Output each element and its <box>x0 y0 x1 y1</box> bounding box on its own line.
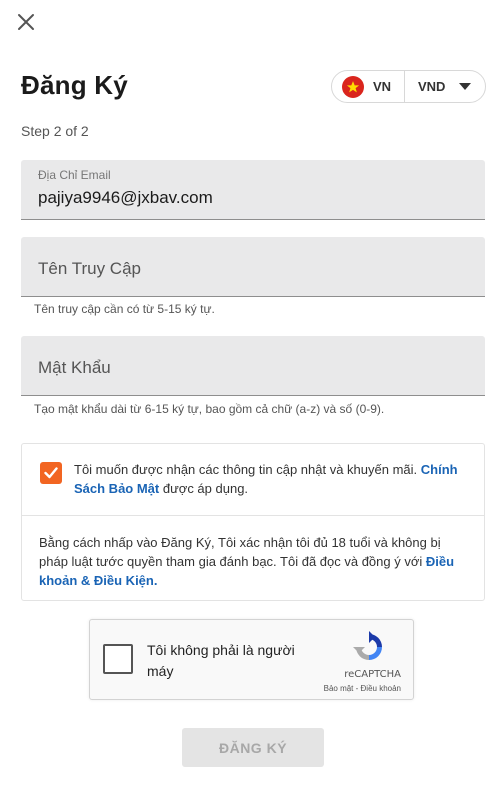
register-button[interactable]: ĐĂNG KÝ <box>182 728 324 767</box>
checkmark-icon <box>44 467 58 479</box>
email-value: pajiya9946@jxbav.com <box>38 188 213 207</box>
password-hint: Tạo mật khẩu dài từ 6-15 ký tự, bao gồm … <box>34 402 385 416</box>
username-hint: Tên truy cập cần có từ 5-15 ký tự. <box>34 302 215 316</box>
consent-box: Tôi muốn được nhận các thông tin cập nhậ… <box>21 443 485 601</box>
currency-selector[interactable]: VND <box>405 71 485 102</box>
email-label: Địa Chỉ Email <box>38 168 111 182</box>
divider <box>22 515 484 516</box>
recaptcha-privacy-link[interactable]: Bảo mật <box>324 684 354 693</box>
recaptcha-brand: reCAPTCHA <box>344 669 401 680</box>
recaptcha-terms-link[interactable]: Điều khoản <box>361 684 401 693</box>
close-icon[interactable] <box>14 10 38 34</box>
locale-selector: VN VND <box>331 70 486 103</box>
username-placeholder: Tên Truy Cập <box>38 259 141 278</box>
username-field[interactable]: Tên Truy Cập <box>21 237 485 297</box>
chevron-down-icon <box>459 78 472 96</box>
recaptcha-separator: - <box>353 684 361 693</box>
country-selector[interactable]: VN <box>332 71 405 102</box>
terms-consent-text: Bằng cách nhấp vào Đăng Ký, Tôi xác nhận… <box>39 533 471 590</box>
email-field[interactable]: Địa Chỉ Email pajiya9946@jxbav.com <box>21 160 485 220</box>
recaptcha-widget: Tôi không phải là người máy reCAPTCHA Bả… <box>89 619 414 700</box>
recaptcha-legal: Bảo mật - Điều khoản <box>324 684 401 693</box>
promo-text: Tôi muốn được nhận các thông tin cập nhậ… <box>74 462 421 477</box>
recaptcha-logo-icon <box>352 630 386 669</box>
terms-text: Bằng cách nhấp vào Đăng Ký, Tôi xác nhận… <box>39 535 441 569</box>
promo-suffix: được áp dụng. <box>159 481 249 496</box>
promo-consent-text: Tôi muốn được nhận các thông tin cập nhậ… <box>74 460 474 498</box>
vietnam-flag-icon <box>342 75 364 98</box>
recaptcha-checkbox[interactable] <box>103 644 133 674</box>
password-placeholder: Mật Khẩu <box>38 358 111 377</box>
country-code: VN <box>373 79 392 94</box>
promo-checkbox[interactable] <box>40 462 62 484</box>
recaptcha-label: Tôi không phải là người máy <box>147 642 295 679</box>
close-button[interactable] <box>14 10 38 34</box>
password-field[interactable]: Mật Khẩu <box>21 336 485 396</box>
currency-code: VND <box>418 79 446 94</box>
step-indicator: Step 2 of 2 <box>21 123 89 139</box>
page-title: Đăng Ký <box>21 70 128 100</box>
